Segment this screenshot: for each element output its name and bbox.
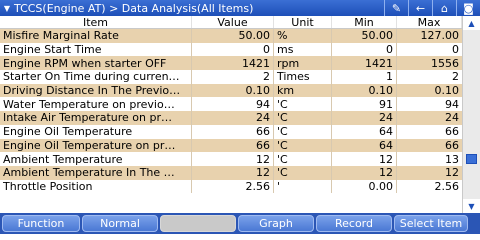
home-icon[interactable]: ⌂ [432, 0, 456, 16]
column-header-min[interactable]: Min [332, 16, 397, 28]
vertical-scrollbar[interactable]: ▲ ▼ [462, 16, 480, 213]
triangle-down-icon[interactable]: ▼ [0, 4, 14, 13]
cell-max: 24 [445, 111, 459, 125]
cell-value: 1421 [192, 56, 274, 71]
cell-min: 12 [332, 152, 397, 166]
cell-value: 24 [192, 111, 274, 125]
cell-value: 66 [192, 124, 274, 139]
cell-item: Engine Oil Temperature [0, 124, 192, 139]
window-title: TCCS(Engine AT) > Data Analysis(All Item… [14, 1, 254, 15]
scroll-down-icon[interactable]: ▼ [463, 199, 480, 213]
table-row[interactable]: Driving Distance In The Previo… 0.10 km 0.1… [0, 83, 462, 98]
cell-value: 0 [192, 42, 274, 57]
table-row[interactable]: Engine RPM when starter OFF 1421 rpm 1421 15… [0, 56, 462, 71]
record-button[interactable]: Record [316, 215, 392, 232]
blank-button [160, 215, 236, 232]
cell-min: 1421 [332, 56, 397, 71]
column-header-item[interactable]: Item [0, 16, 192, 28]
cell-value: 2.56 [192, 179, 274, 194]
cell-max: 12 [445, 166, 459, 180]
table-row[interactable]: Water Temperature on previo… 94 'C 91 94 [0, 97, 462, 112]
function-button-bar: Function Normal Graph Record Select Item [0, 213, 480, 234]
normal-button[interactable]: Normal [82, 215, 158, 232]
scroll-thumb[interactable] [466, 154, 477, 164]
toolbar-icons: ✎ ← ⌂ ◙ [384, 0, 480, 16]
cell-unit: 'C [274, 138, 332, 153]
data-table: Item Value Unit Min Max Misfire Marginal… [0, 16, 462, 194]
cell-item: Engine Oil Temperature on pr… [0, 138, 192, 153]
cell-max: 0.10 [434, 84, 460, 98]
table-row[interactable]: Intake Air Temperature on pr… 24 'C 24 24 [0, 111, 462, 125]
cell-max: 0 [452, 43, 459, 57]
cell-value: 12 [192, 152, 274, 166]
cell-unit: 'C [274, 124, 332, 139]
cell-max: 1556 [431, 56, 459, 70]
table-row[interactable]: Throttle Position 2.56 ' 0.00 2.56 [0, 179, 462, 194]
cell-max: 127.00 [420, 29, 460, 43]
cell-unit: ms [274, 42, 332, 57]
cell-unit: ' [274, 179, 332, 194]
graph-button[interactable]: Graph [238, 215, 314, 232]
cell-min: 0 [332, 42, 397, 57]
cell-max: 2.56 [434, 179, 460, 193]
cell-min: 50.00 [332, 29, 397, 43]
cell-item: Driving Distance In The Previo… [0, 83, 192, 98]
table-row[interactable]: Ambient Temperature In The … 12 'C 12 12 [0, 165, 462, 180]
cell-max: 94 [445, 97, 459, 111]
function-button[interactable]: Function [2, 215, 80, 232]
cell-item: Starter On Time during curren… [0, 70, 192, 84]
title-bar: ▼ TCCS(Engine AT) > Data Analysis(All It… [0, 0, 480, 16]
cell-item: Ambient Temperature In The … [0, 165, 192, 180]
cell-unit: 'C [274, 111, 332, 125]
cell-min: 12 [332, 165, 397, 180]
camera-icon[interactable]: ◙ [456, 0, 480, 16]
table-row[interactable]: Engine Start Time 0 ms 0 0 [0, 42, 462, 57]
cell-min: 91 [332, 97, 397, 112]
cell-unit: 'C [274, 97, 332, 112]
select-item-button[interactable]: Select Item [394, 215, 468, 232]
cell-value: 12 [192, 165, 274, 180]
cell-min: 0.00 [332, 179, 397, 194]
cell-item: Engine Start Time [0, 42, 192, 57]
scroll-up-icon[interactable]: ▲ [463, 16, 480, 30]
back-arrow-icon[interactable]: ← [408, 0, 432, 16]
cell-value: 0.10 [192, 83, 274, 98]
column-header-max[interactable]: Max [397, 16, 462, 28]
cell-unit: % [274, 29, 332, 43]
cell-item: Throttle Position [0, 179, 192, 194]
table-header: Item Value Unit Min Max [0, 16, 462, 29]
cell-min: 64 [332, 124, 397, 139]
cell-item: Ambient Temperature [0, 152, 192, 166]
cell-min: 24 [332, 111, 397, 125]
table-row[interactable]: Engine Oil Temperature on pr… 66 'C 64 66 [0, 138, 462, 153]
cell-unit: km [274, 83, 332, 98]
cell-value: 50.00 [192, 29, 274, 43]
table-row[interactable]: Starter On Time during curren… 2 Times 1 2 [0, 70, 462, 84]
cell-unit: 'C [274, 152, 332, 166]
cell-item: Misfire Marginal Rate [0, 29, 192, 43]
table-row[interactable]: Ambient Temperature 12 'C 12 13 [0, 152, 462, 166]
table-row[interactable]: Misfire Marginal Rate 50.00% 50.00 127.00 [0, 29, 462, 43]
table-row[interactable]: Engine Oil Temperature 66 'C 64 66 [0, 124, 462, 139]
cell-unit: 'C [274, 165, 332, 180]
cell-value: 66 [192, 138, 274, 153]
cell-max: 13 [445, 152, 459, 166]
cell-max: 66 [445, 138, 459, 152]
pencil-icon[interactable]: ✎ [384, 0, 408, 16]
column-header-value[interactable]: Value [192, 16, 274, 28]
column-header-unit[interactable]: Unit [274, 16, 332, 28]
cell-max: 66 [445, 125, 459, 139]
cell-min: 1 [332, 70, 397, 84]
cell-item: Intake Air Temperature on pr… [0, 111, 192, 125]
cell-value: 2 [192, 70, 274, 84]
cell-item: Engine RPM when starter OFF [0, 56, 192, 71]
cell-min: 0.10 [332, 83, 397, 98]
cell-max: 2 [452, 70, 459, 84]
cell-min: 64 [332, 138, 397, 153]
cell-item: Water Temperature on previo… [0, 97, 192, 112]
cell-unit: Times [274, 70, 332, 84]
cell-value: 94 [192, 97, 274, 112]
cell-unit: rpm [274, 56, 332, 71]
